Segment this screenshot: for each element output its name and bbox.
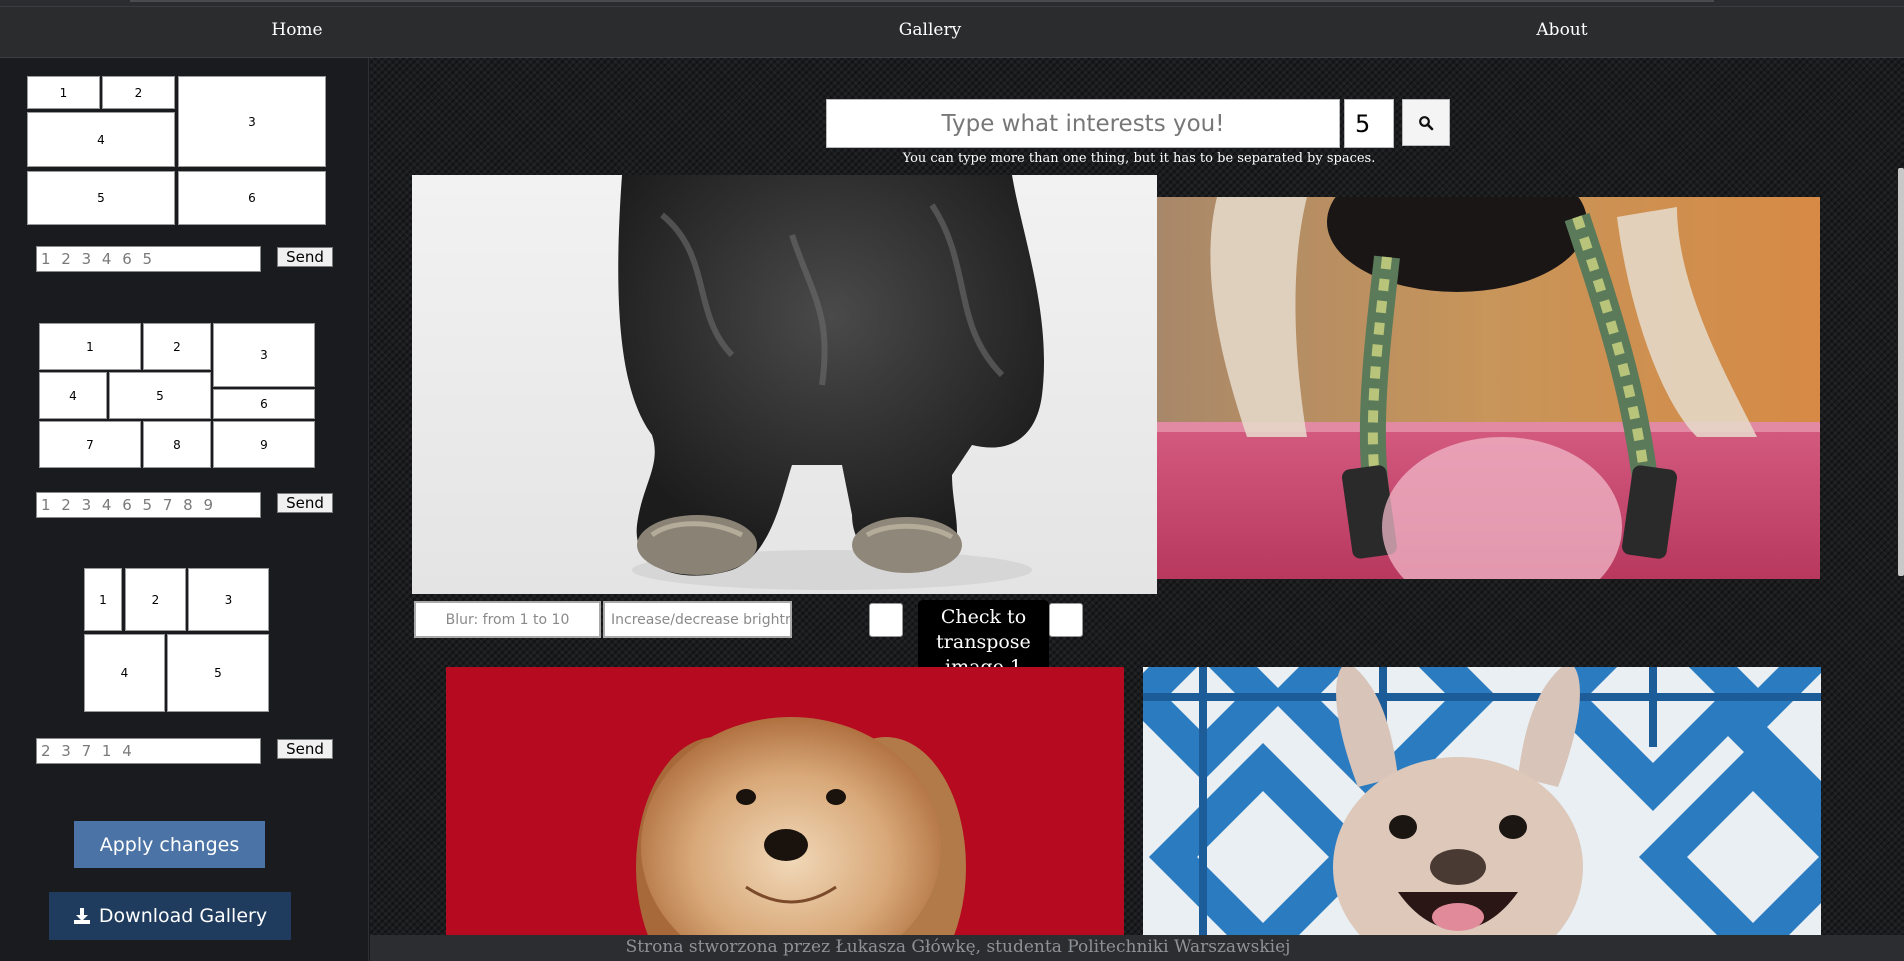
blur-input[interactable]: Blur: from 1 to 10 <box>414 601 601 638</box>
gallery-image-2[interactable] <box>1157 197 1820 579</box>
search-icon <box>1419 115 1434 130</box>
layout2-tile: 6 <box>213 389 315 419</box>
page-footer: Strona stworzona przez Łukasza Główkę, s… <box>370 935 1904 961</box>
layout-sidebar: 1 2 3 4 5 6 1 2 3 4 6 5 Send 1 2 3 4 5 6… <box>0 58 369 961</box>
layout1-tile: 6 <box>178 171 326 225</box>
layout2-tile: 7 <box>39 421 141 468</box>
top-border-line-secondary <box>0 6 1904 7</box>
layout2-sequence-input[interactable]: 1 2 3 4 6 5 7 8 9 <box>36 492 261 518</box>
transpose-checkbox-1[interactable] <box>869 603 903 637</box>
layout1-tile: 3 <box>178 76 326 167</box>
gallery-area: Type what interests you! 5 You can type … <box>370 58 1904 935</box>
page-scrollbar[interactable] <box>1898 168 1904 576</box>
download-icon <box>73 908 90 924</box>
layout2-send-button[interactable]: Send <box>277 493 333 513</box>
nav-about-link[interactable]: About <box>1536 20 1587 40</box>
layout1-tile: 2 <box>102 76 175 109</box>
search-hint: You can type more than one thing, but it… <box>902 151 1376 166</box>
gallery-image-4[interactable] <box>1143 667 1821 935</box>
footer-text: Strona stworzona przez Łukasza Główkę, s… <box>625 937 1291 957</box>
layout1-send-button[interactable]: Send <box>277 247 333 267</box>
search-input[interactable]: Type what interests you! <box>826 99 1340 148</box>
layout2-tile: 3 <box>213 323 315 387</box>
gallery-image-1[interactable] <box>412 175 1157 594</box>
top-border-line <box>130 0 1714 2</box>
layout1-tile: 5 <box>27 171 175 225</box>
search-button[interactable] <box>1402 99 1450 146</box>
layout3-tile: 5 <box>167 634 269 712</box>
layout2-tile: 2 <box>143 323 211 370</box>
layout3-sequence-input[interactable]: 2 3 7 1 4 <box>36 738 261 764</box>
layout3-tile: 2 <box>125 568 186 631</box>
layout1-tile: 1 <box>27 76 100 109</box>
layout2-tile: 1 <box>39 323 141 370</box>
layout2-tile: 8 <box>143 421 211 468</box>
layout3-tile: 1 <box>84 568 122 631</box>
apply-changes-button[interactable]: Apply changes <box>74 821 265 868</box>
layout3-send-button[interactable]: Send <box>277 739 333 759</box>
layout1-tile: 4 <box>27 112 175 167</box>
layout3-tile: 3 <box>188 568 269 631</box>
layout3-tile: 4 <box>84 634 165 712</box>
layout2-tile: 9 <box>213 421 315 468</box>
download-gallery-button[interactable]: Download Gallery <box>49 892 291 940</box>
nav-gallery-link[interactable]: Gallery <box>899 20 961 40</box>
brightness-input[interactable]: Increase/decrease brightn <box>603 601 792 638</box>
apply-changes-label: Apply changes <box>99 833 240 856</box>
image-count-input[interactable]: 5 <box>1344 99 1394 148</box>
layout1-sequence-input[interactable]: 1 2 3 4 6 5 <box>36 246 261 272</box>
download-gallery-label: Download Gallery <box>98 905 268 927</box>
layout2-tile: 5 <box>109 372 211 419</box>
gallery-image-3[interactable] <box>446 667 1124 935</box>
transpose-checkbox-2[interactable] <box>1049 603 1083 637</box>
nav-home-link[interactable]: Home <box>271 20 322 40</box>
layout2-tile: 4 <box>39 372 107 419</box>
top-navigation: Home Gallery About <box>0 0 1904 58</box>
